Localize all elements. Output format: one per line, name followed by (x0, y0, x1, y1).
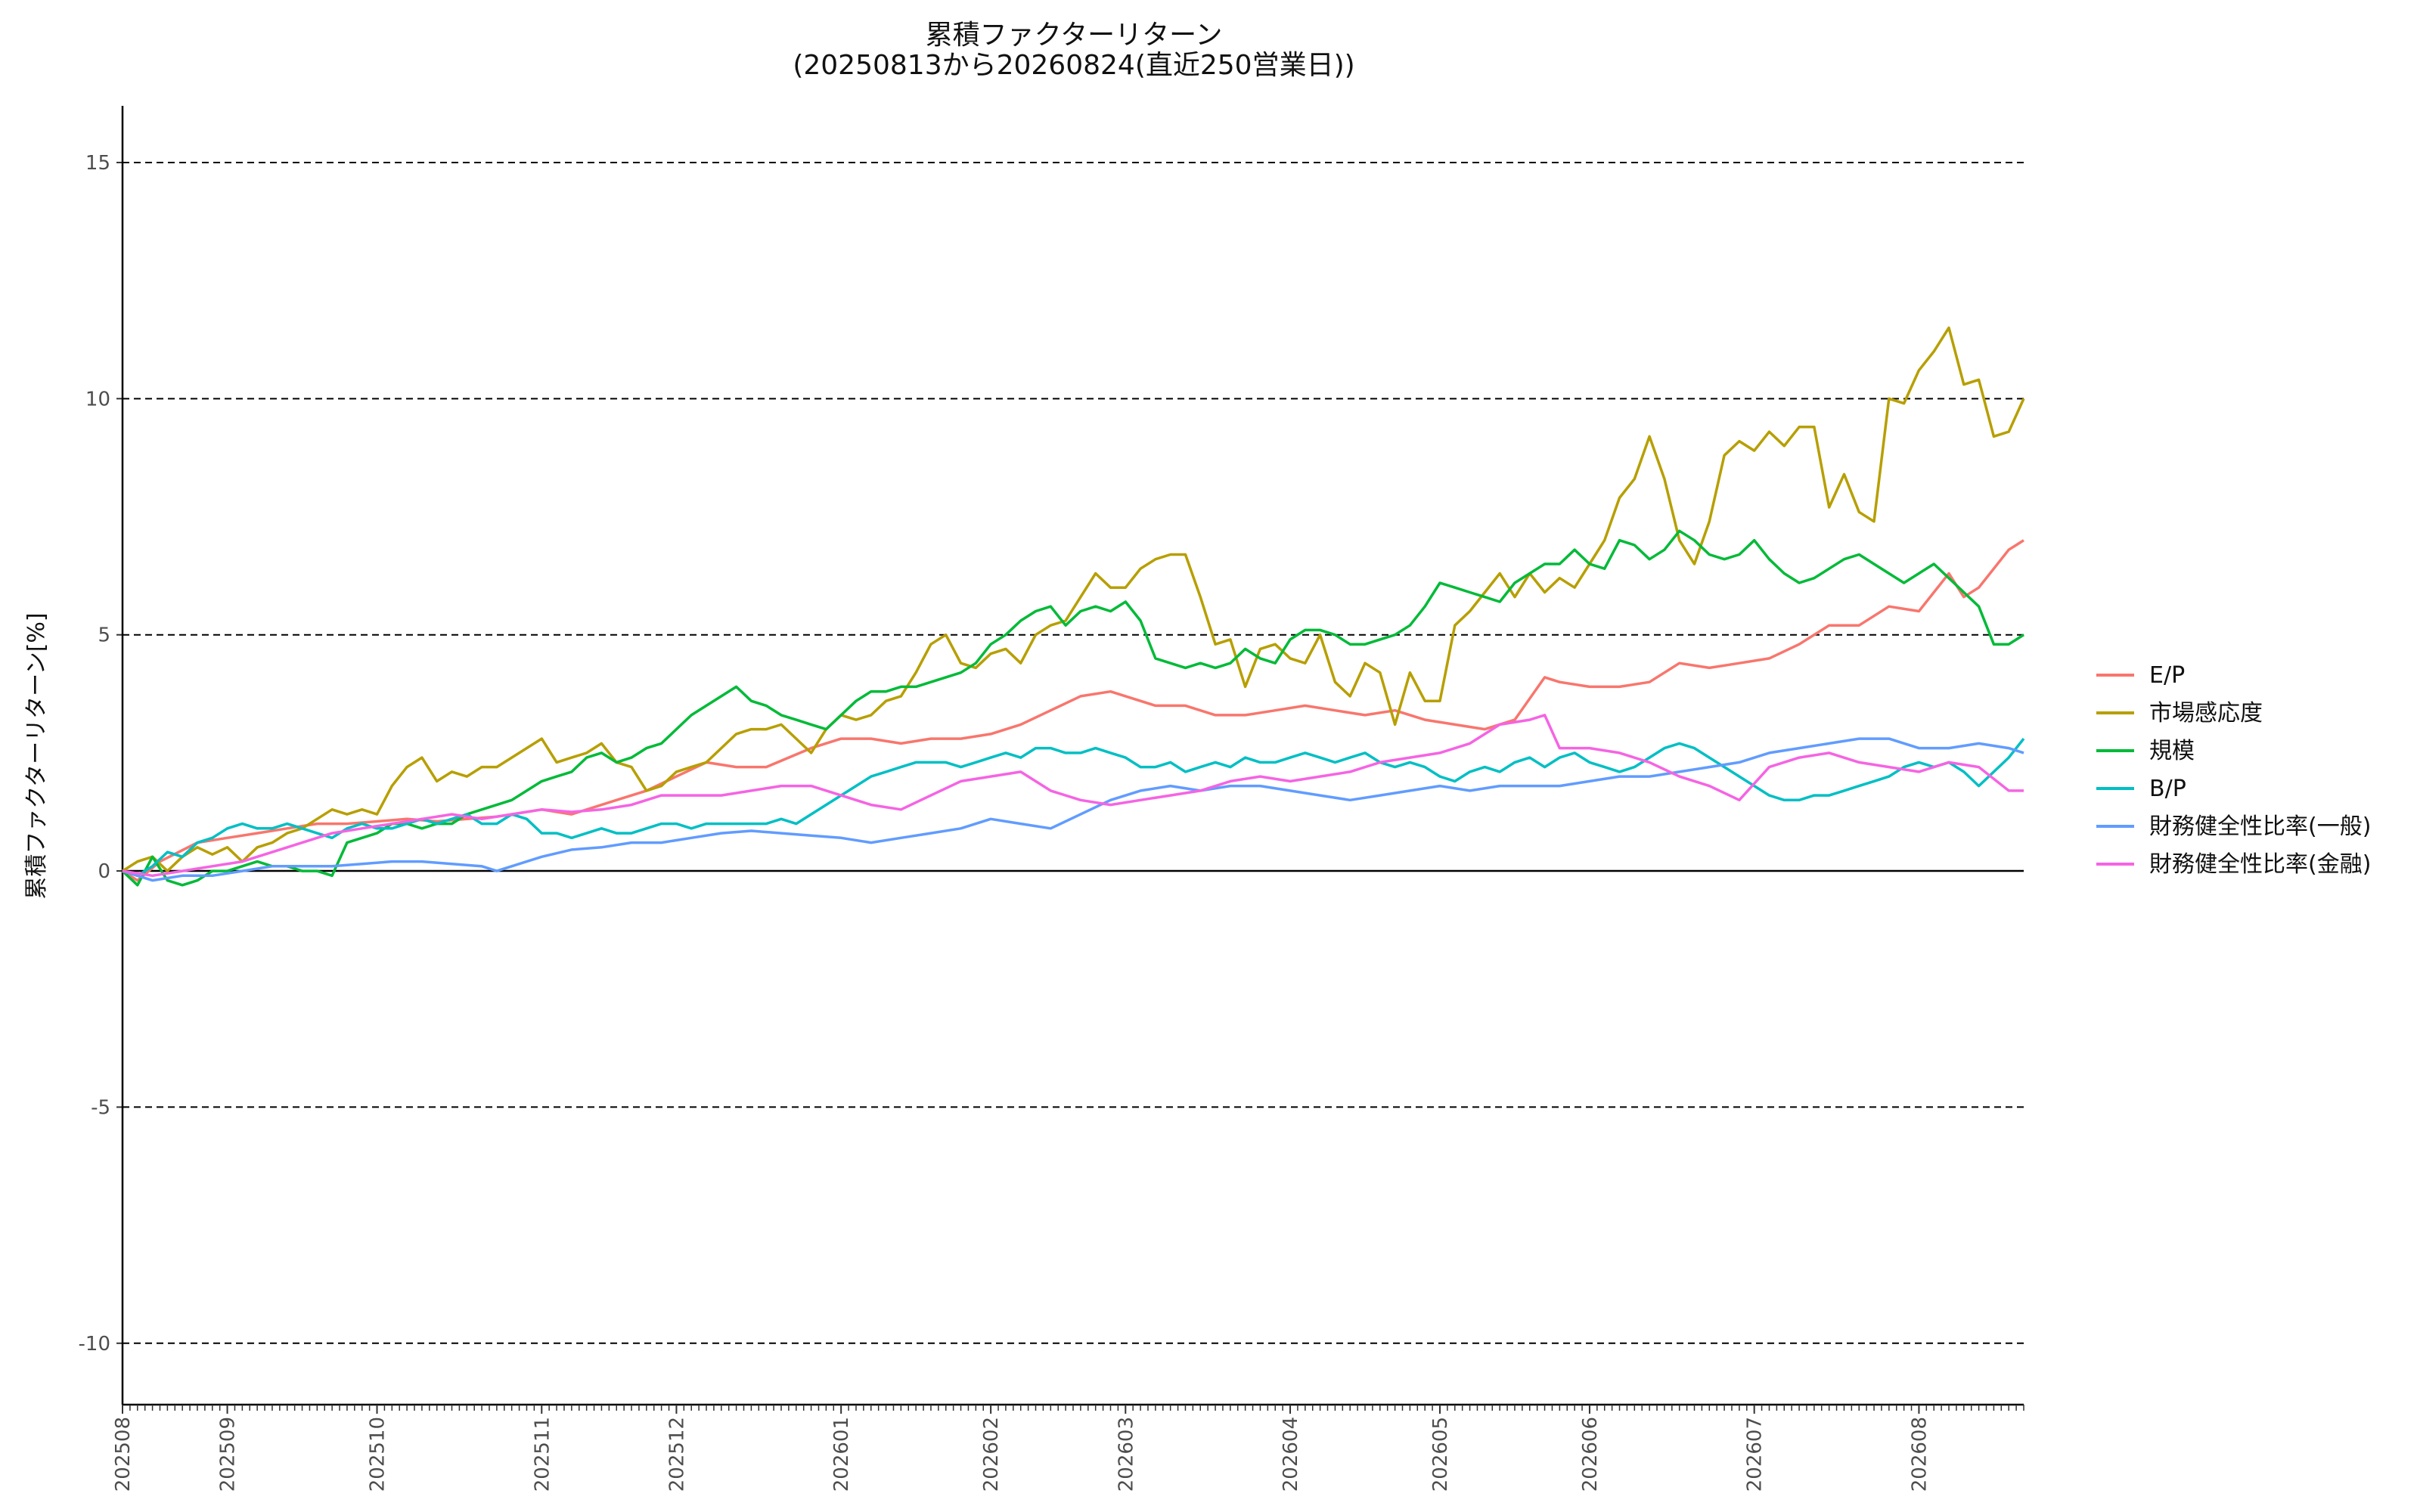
x-tick-label: 202510 (367, 1417, 389, 1492)
chart-subtitle: (20250813から20260824(直近250営業日)) (793, 50, 1354, 81)
x-tick-label: 202603 (1115, 1417, 1137, 1492)
chart-title: 累積ファクターリターン (926, 20, 1223, 51)
series-line-5 (122, 737, 2024, 882)
legend-label-5: 財務健全性比率(一般) (2149, 813, 2371, 840)
series-line-2 (122, 326, 2025, 872)
x-tick-label: 202511 (531, 1417, 554, 1492)
series-lines (121, 326, 2025, 887)
legend-label-2: 市場感応度 (2149, 700, 2263, 727)
x-tick-label: 202604 (1280, 1417, 1302, 1492)
axes: -10 -5 0 5 10 15 202508 202509 202510 202511 20251… (79, 106, 2024, 1492)
x-tick-label: 202607 (1744, 1417, 1767, 1492)
y-tick-label: 5 (98, 624, 110, 647)
series-line-6 (122, 714, 2024, 878)
x-tick-label: 202608 (1908, 1417, 1931, 1492)
y-tick-label: 0 (98, 860, 110, 883)
legend-label-1: E/P (2149, 662, 2185, 689)
legend-label-4: B/P (2149, 776, 2186, 802)
x-tick-label: 202601 (830, 1417, 853, 1492)
x-tick-label: 202602 (980, 1417, 1003, 1492)
y-tick-label: -5 (91, 1096, 110, 1119)
x-tick-label: 202605 (1429, 1417, 1452, 1492)
series-line-3 (121, 529, 2024, 887)
x-tick-label: 202508 (112, 1417, 135, 1492)
x-tick-label: 202512 (666, 1417, 688, 1492)
legend: E/P 市場感応度規模 B/P 財務健全性比率(一般) 財務健全性比率(金融) (2096, 662, 2371, 878)
x-tick-label: 202509 (217, 1417, 240, 1492)
y-tick-label: 15 (85, 152, 110, 175)
x-tick-label: 202606 (1579, 1417, 1602, 1492)
series-line-4 (122, 738, 2025, 878)
series-line-1 (122, 539, 2024, 882)
chart-canvas: 累積ファクターリターン (20250813から20260824(直近250営業日… (23, 20, 2371, 1492)
y-tick-label: -10 (79, 1333, 110, 1356)
legend-label-6: 財務健全性比率(金融) (2149, 851, 2371, 878)
y-axis-label: 累積ファクターリターン[%] (23, 612, 50, 899)
y-tick-label: 10 (85, 388, 110, 411)
legend-label-3: 規模 (2149, 738, 2195, 764)
